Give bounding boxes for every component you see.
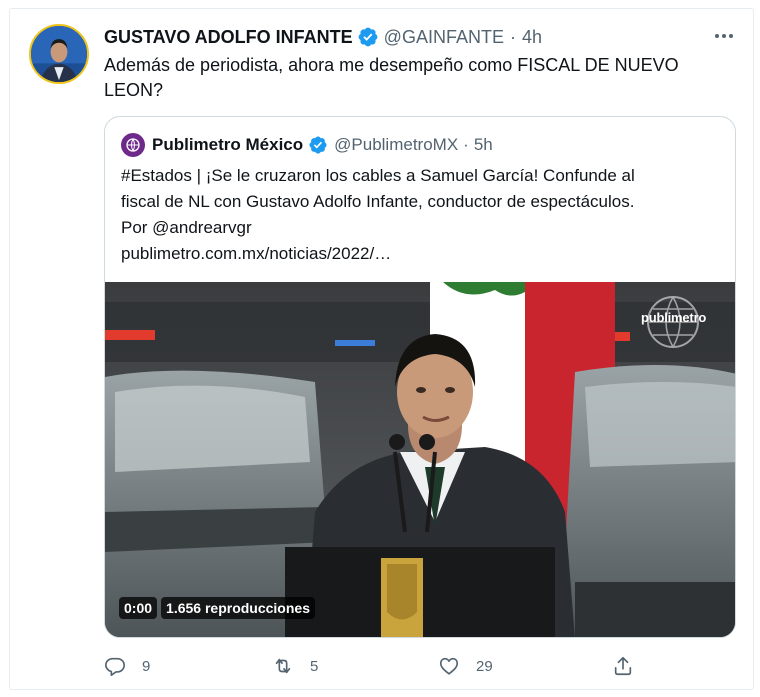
video-duration: 0:00 <box>119 597 158 619</box>
quoted-link[interactable]: publimetro.com.mx/noticias/2022/… <box>121 241 721 267</box>
tweet-text: Además de periodista, ahora me desempeño… <box>104 53 724 103</box>
retweet-icon <box>275 658 291 674</box>
heart-icon <box>439 657 459 675</box>
tweet-actions: 9 5 29 <box>104 652 634 680</box>
share-button[interactable] <box>612 652 634 680</box>
separator-dot: · <box>463 135 469 154</box>
quoted-text-line: fiscal de NL con Gustavo Adolfo Infante,… <box>121 192 635 211</box>
quoted-tweet[interactable]: Publimetro México @PublimetroMX · 5h #Es… <box>104 116 736 638</box>
like-button[interactable]: 29 <box>438 652 493 680</box>
video-watermark: publimetro <box>641 310 707 325</box>
author-handle[interactable]: @GAINFANTE <box>384 27 504 48</box>
tweet-time[interactable]: 4h <box>522 27 542 48</box>
reply-count: 9 <box>142 657 151 675</box>
quoted-tweet-time[interactable]: 5h <box>474 135 493 155</box>
quoted-tweet-text: #Estados | ¡Se le cruzaron los cables a … <box>121 163 721 267</box>
more-options-icon[interactable] <box>708 24 740 48</box>
share-icon <box>614 656 632 676</box>
video-views: 1.656 reproducciones <box>161 597 315 619</box>
retweet-count: 5 <box>310 657 319 675</box>
author-name[interactable]: GUSTAVO ADOLFO INFANTE <box>104 27 353 48</box>
author-avatar[interactable] <box>29 24 89 84</box>
avatar-photo <box>31 26 87 82</box>
quoted-tweet-header: Publimetro México @PublimetroMX · 5h <box>121 133 493 157</box>
quoted-text-line: Por @andrearvgr <box>121 218 252 237</box>
quoted-author-avatar[interactable] <box>121 133 145 157</box>
reply-icon <box>105 657 125 676</box>
verified-badge-icon <box>308 135 328 155</box>
quoted-author-name[interactable]: Publimetro México <box>152 135 303 155</box>
video-badges: 0:00 1.656 reproducciones <box>119 597 315 619</box>
like-count: 29 <box>476 657 493 675</box>
publimetro-logo-icon <box>126 138 140 152</box>
video-frame <box>105 282 735 637</box>
tweet-header: GUSTAVO ADOLFO INFANTE @GAINFANTE · 4h <box>104 25 542 49</box>
verified-badge-icon <box>357 26 379 48</box>
quoted-author-handle[interactable]: @PublimetroMX <box>334 135 458 155</box>
tweet-text-line: Además de periodista, ahora me desempeño… <box>104 55 679 75</box>
separator-dot: · <box>509 26 516 47</box>
quoted-text-line: #Estados | ¡Se le cruzaron los cables a … <box>121 166 635 185</box>
retweet-button[interactable]: 5 <box>272 652 318 680</box>
reply-button[interactable]: 9 <box>104 652 150 680</box>
video-player[interactable]: publimetro 0:00 1.656 reproducciones <box>105 282 735 637</box>
tweet-text-line: LEON? <box>104 80 164 100</box>
